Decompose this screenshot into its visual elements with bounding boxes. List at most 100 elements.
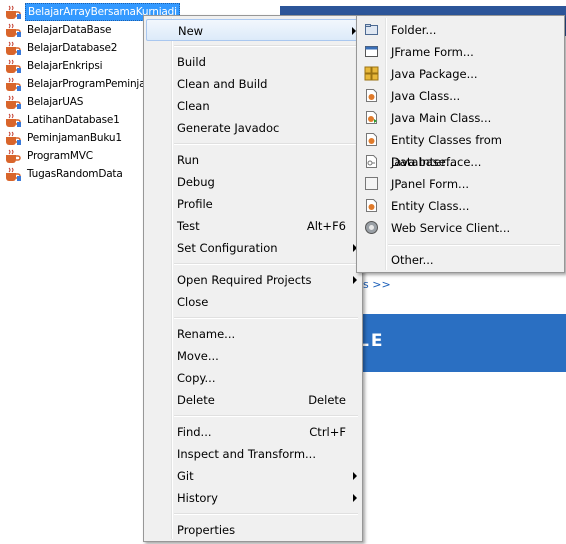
- java-project-icon: [6, 5, 21, 19]
- menu-item-open-required-projects[interactable]: Open Required Projects: [146, 269, 360, 291]
- java-project-icon: [6, 59, 21, 73]
- jpanel-form-icon: [365, 177, 378, 190]
- project-label: PeminjamanBuku1: [27, 132, 122, 144]
- submenu-item-java-interface[interactable]: Java Interface...: [359, 151, 563, 173]
- menu-separator: [174, 45, 358, 47]
- web-service-client-icon: [365, 221, 378, 234]
- menu-item-label: Open Required Projects: [177, 273, 312, 287]
- menu-item-build[interactable]: Build: [146, 51, 360, 73]
- menu-item-close[interactable]: Close: [146, 291, 360, 313]
- menu-item-shortcut: Ctrl+F: [309, 425, 346, 439]
- submenu-item-label: Java Main Class...: [391, 111, 492, 125]
- menu-item-label: Find...: [177, 425, 212, 439]
- submenu-item-entity-classes-from-database[interactable]: Entity Classes from Database...: [359, 129, 563, 169]
- submenu-item-label: Folder...: [391, 23, 437, 37]
- submenu-item-java-class[interactable]: Java Class...: [359, 85, 563, 107]
- menu-item-shortcut: Delete: [308, 393, 346, 407]
- java-project-icon: [6, 167, 21, 181]
- menu-item-test[interactable]: Test Alt+F6: [146, 215, 360, 237]
- submenu-item-jpanel-form[interactable]: JPanel Form...: [359, 173, 563, 195]
- new-submenu: Folder... JFrame Form... Java Package...…: [356, 15, 565, 273]
- submenu-arrow-icon: [353, 494, 357, 502]
- menu-item-inspect-and-transform[interactable]: Inspect and Transform...: [146, 443, 360, 465]
- menu-item-label: Profile: [177, 197, 213, 211]
- project-label: BelajarUAS: [27, 96, 84, 108]
- menu-item-label: Test: [177, 219, 200, 233]
- submenu-item-label: Entity Class...: [391, 199, 470, 213]
- java-main-class-icon: [366, 111, 377, 124]
- project-label: LatihanDatabase1: [27, 114, 120, 126]
- jframe-form-icon: [365, 46, 378, 57]
- java-project-icon: [6, 95, 21, 109]
- entity-classes-icon: [366, 133, 377, 146]
- menu-item-label: Copy...: [177, 371, 216, 385]
- submenu-item-java-package[interactable]: Java Package...: [359, 63, 563, 85]
- menu-item-new[interactable]: New: [146, 19, 360, 41]
- menu-separator: [174, 415, 358, 417]
- submenu-item-label: Java Package...: [391, 67, 478, 81]
- menu-item-properties[interactable]: Properties: [146, 519, 360, 541]
- project-label: BelajarDataBase: [27, 24, 112, 36]
- menu-item-delete[interactable]: Delete Delete: [146, 389, 360, 411]
- entity-class-icon: [366, 199, 377, 212]
- menu-item-label: Delete: [177, 393, 215, 407]
- submenu-item-label: JPanel Form...: [391, 177, 470, 191]
- menu-separator: [174, 513, 358, 515]
- menu-separator: [174, 263, 358, 265]
- submenu-separator: [388, 244, 560, 246]
- submenu-item-other[interactable]: Other...: [359, 249, 563, 271]
- menu-item-label: History: [177, 491, 218, 505]
- menu-item-label: New: [178, 24, 204, 38]
- menu-item-label: Set Configuration: [177, 241, 278, 255]
- menu-item-label: Build: [177, 55, 206, 69]
- submenu-item-jframe-form[interactable]: JFrame Form...: [359, 41, 563, 63]
- menu-item-label: Rename...: [177, 327, 236, 341]
- menu-item-shortcut: Alt+F6: [306, 219, 346, 233]
- submenu-item-label: Other...: [391, 253, 434, 267]
- submenu-arrow-icon: [353, 472, 357, 480]
- submenu-arrow-icon: [353, 276, 357, 284]
- menu-item-label: Generate Javadoc: [177, 121, 280, 135]
- java-project-icon: [6, 149, 21, 163]
- menu-item-clean-and-build[interactable]: Clean and Build: [146, 73, 360, 95]
- menu-item-git[interactable]: Git: [146, 465, 360, 487]
- submenu-item-java-main-class[interactable]: Java Main Class...: [359, 107, 563, 129]
- menu-item-label: Close: [177, 295, 209, 309]
- menu-item-history[interactable]: History: [146, 487, 360, 509]
- menu-item-copy[interactable]: Copy...: [146, 367, 360, 389]
- menu-item-label: Move...: [177, 349, 219, 363]
- menu-item-rename[interactable]: Rename...: [146, 323, 360, 345]
- submenu-item-label: Web Service Client...: [391, 221, 511, 235]
- submenu-item-web-service-client[interactable]: Web Service Client...: [359, 217, 563, 239]
- project-label: BelajarEnkripsi: [27, 60, 103, 72]
- menu-item-label: Properties: [177, 523, 236, 537]
- java-project-icon: [6, 113, 21, 127]
- project-context-menu: New Build Clean and Build Clean Generate…: [143, 15, 363, 542]
- project-label: ProgramMVC: [27, 150, 93, 162]
- java-project-icon: [6, 131, 21, 145]
- folder-icon: [365, 24, 378, 35]
- menu-item-label: Clean and Build: [177, 77, 268, 91]
- java-project-icon: [6, 41, 21, 55]
- submenu-item-entity-class[interactable]: Entity Class...: [359, 195, 563, 217]
- menu-item-generate-javadoc[interactable]: Generate Javadoc: [146, 117, 360, 139]
- menu-item-find[interactable]: Find... Ctrl+F: [146, 421, 360, 443]
- java-class-icon: [366, 89, 377, 102]
- menu-item-clean[interactable]: Clean: [146, 95, 360, 117]
- submenu-item-label: Java Class...: [391, 89, 461, 103]
- project-label: TugasRandomData: [27, 168, 123, 180]
- menu-item-label: Run: [177, 153, 200, 167]
- menu-separator: [174, 143, 358, 145]
- menu-item-label: Inspect and Transform...: [177, 447, 316, 461]
- java-package-icon: [364, 66, 379, 81]
- submenu-item-label: Java Interface...: [391, 155, 482, 169]
- menu-item-run[interactable]: Run: [146, 149, 360, 171]
- menu-item-set-configuration[interactable]: Set Configuration: [146, 237, 360, 259]
- menu-item-label: Clean: [177, 99, 210, 113]
- project-label: BelajarDatabase2: [27, 42, 118, 54]
- menu-item-profile[interactable]: Profile: [146, 193, 360, 215]
- project-label: BelajarProgramPeminjam: [27, 78, 156, 90]
- menu-item-move[interactable]: Move...: [146, 345, 360, 367]
- submenu-item-folder[interactable]: Folder...: [359, 19, 563, 41]
- menu-item-debug[interactable]: Debug: [146, 171, 360, 193]
